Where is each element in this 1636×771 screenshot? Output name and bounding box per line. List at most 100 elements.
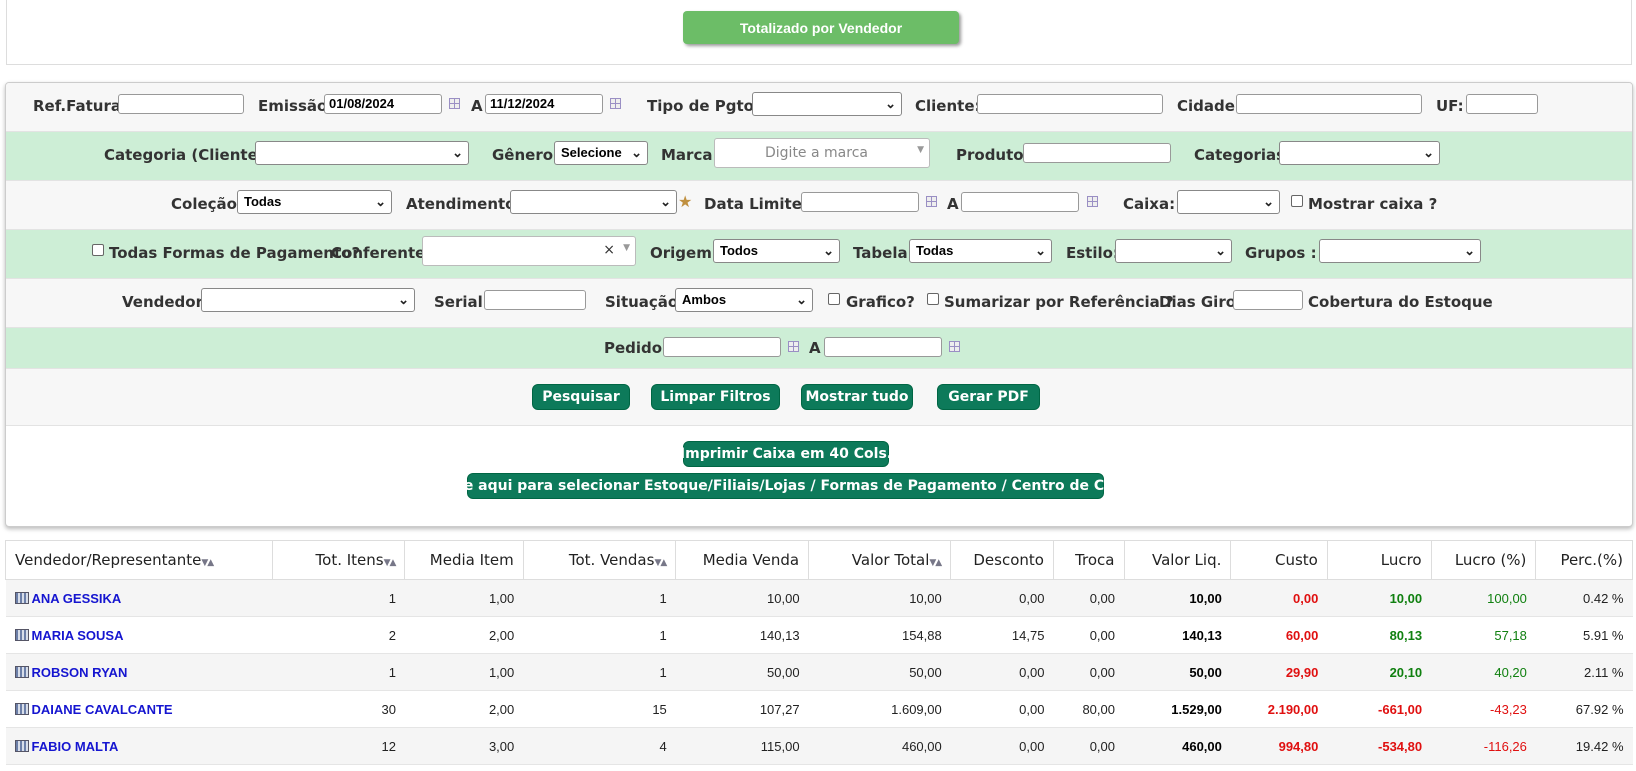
- ref-fatura-label: Ref.Fatura:: [33, 97, 127, 115]
- report-icon[interactable]: [14, 739, 29, 752]
- cell: 0,00: [1053, 653, 1124, 691]
- data-limite-to-input[interactable]: [961, 192, 1079, 212]
- marca-combobox[interactable]: Digite a marca ▼: [714, 138, 930, 168]
- pedido-from-input[interactable]: [663, 337, 781, 357]
- col-tot-vendas-label: Tot. Vendas: [568, 551, 655, 569]
- tabela-select[interactable]: Todas ⌄: [909, 239, 1052, 263]
- sort-icon[interactable]: ▼▲: [654, 558, 667, 568]
- caixa-select[interactable]: ⌄: [1177, 190, 1280, 214]
- filter-panel: Ref.Fatura: Emissão: 01/08/2024 A 11/12/…: [5, 82, 1633, 527]
- sumarizar-label: Sumarizar por Referência ?: [944, 293, 1174, 311]
- vendedor-select[interactable]: ⌄: [201, 288, 415, 312]
- tipo-pgto-select[interactable]: ⌄: [752, 92, 902, 116]
- emissao-to-input[interactable]: 11/12/2024: [485, 94, 603, 114]
- vendedor-name[interactable]: DAIANE CAVALCANTE: [32, 702, 173, 717]
- calendar-icon[interactable]: [610, 98, 621, 109]
- vendedor-table: Vendedor/Representante▼▲ Tot. Itens▼▲ Me…: [5, 540, 1633, 765]
- sort-icon[interactable]: ▼▲: [201, 558, 214, 568]
- genero-select[interactable]: Selecione ⌄: [554, 141, 648, 165]
- imprimir-caixa-button[interactable]: Imprimir Caixa em 40 Cols.: [680, 441, 892, 467]
- situacao-select[interactable]: Ambos ⌄: [675, 288, 813, 312]
- limpar-filtros-button[interactable]: Limpar Filtros: [651, 384, 780, 410]
- col-valor-total[interactable]: Valor Total▼▲: [808, 540, 952, 580]
- genero-value: Selecione: [561, 145, 622, 160]
- cell: 50,00: [675, 653, 809, 691]
- marca-placeholder: Digite a marca: [765, 145, 868, 161]
- pedido-a-label: A: [809, 339, 821, 357]
- calendar-icon[interactable]: [949, 341, 960, 352]
- vendedor-name-link[interactable]: ANA GESSIKA: [5, 579, 273, 617]
- calendar-icon[interactable]: [788, 341, 799, 352]
- gerar-pdf-button[interactable]: Gerar PDF: [937, 384, 1040, 410]
- filter-row-1: Ref.Fatura: Emissão: 01/08/2024 A 11/12/…: [6, 83, 1632, 132]
- vendedor-name-link[interactable]: MARIA SOUSA: [5, 616, 273, 654]
- top-panel: Totalizado por Vendedor: [6, 0, 1632, 65]
- serial-label: Serial:: [434, 293, 489, 311]
- tipo-pgto-label: Tipo de Pgto.:: [647, 97, 766, 115]
- pesquisar-button[interactable]: Pesquisar: [532, 384, 630, 410]
- cell: 10,00: [1327, 579, 1432, 617]
- vendedor-name[interactable]: ROBSON RYAN: [32, 665, 128, 680]
- serial-input[interactable]: [484, 290, 586, 310]
- vendedor-name[interactable]: ANA GESSIKA: [32, 591, 122, 606]
- calendar-icon[interactable]: [1087, 196, 1098, 207]
- report-icon[interactable]: [14, 628, 29, 641]
- categorias-select[interactable]: ⌄: [1279, 141, 1440, 165]
- cliente-input[interactable]: [977, 94, 1163, 114]
- produto-input[interactable]: [1023, 143, 1171, 163]
- col-tot-vendas[interactable]: Tot. Vendas▼▲: [522, 540, 677, 580]
- grupos-select[interactable]: ⌄: [1319, 239, 1481, 263]
- report-icon[interactable]: [14, 591, 29, 604]
- selecionar-estoque-button[interactable]: Clique aqui para selecionar Estoque/Fili…: [424, 473, 1147, 499]
- sumarizar-checkbox[interactable]: [927, 293, 939, 305]
- vendedor-name-link[interactable]: ROBSON RYAN: [5, 653, 273, 691]
- uf-input[interactable]: [1466, 94, 1538, 114]
- report-icon[interactable]: [14, 665, 29, 678]
- cell: 1: [523, 579, 676, 617]
- totalizado-por-vendedor-button[interactable]: Totalizado por Vendedor: [683, 11, 959, 44]
- data-limite-from-input[interactable]: [801, 192, 919, 212]
- cell: 0,00: [950, 727, 1054, 765]
- star-icon[interactable]: ★: [678, 192, 692, 211]
- cell: 10,00: [1124, 579, 1231, 617]
- cell: 154,88: [808, 616, 951, 654]
- calendar-icon[interactable]: [926, 196, 937, 207]
- todas-formas-checkbox[interactable]: [92, 244, 104, 256]
- mostrar-caixa-checkbox[interactable]: [1291, 195, 1303, 207]
- estilo-select[interactable]: ⌄: [1115, 239, 1232, 263]
- triangle-down-icon: ▼: [623, 243, 630, 253]
- calendar-icon[interactable]: [449, 98, 460, 109]
- cell: 50,00: [808, 653, 951, 691]
- atendimento-select[interactable]: ⌄: [510, 190, 677, 214]
- vendedor-name[interactable]: MARIA SOUSA: [32, 628, 124, 643]
- grafico-checkbox[interactable]: [828, 293, 840, 305]
- dias-giro-label: Dias Giro:: [1159, 293, 1243, 311]
- sort-icon[interactable]: ▼▲: [384, 558, 397, 568]
- sort-icon[interactable]: ▼▲: [929, 558, 942, 568]
- categoria-clientes-select[interactable]: ⌄: [255, 141, 469, 165]
- vendedor-name-link[interactable]: FABIO MALTA: [5, 727, 273, 765]
- dias-giro-input[interactable]: [1233, 290, 1303, 310]
- ref-fatura-input[interactable]: [118, 94, 244, 114]
- origem-select[interactable]: Todos ⌄: [713, 239, 840, 263]
- cell: 460,00: [808, 727, 951, 765]
- vendedor-name[interactable]: FABIO MALTA: [32, 739, 119, 754]
- cidade-input[interactable]: [1236, 94, 1422, 114]
- chevron-down-icon: ⌄: [1464, 243, 1475, 258]
- pedido-to-input[interactable]: [824, 337, 942, 357]
- cell: 50,00: [1124, 653, 1231, 691]
- colecao-select[interactable]: Todas ⌄: [237, 190, 392, 214]
- cell: -116,26: [1431, 727, 1536, 765]
- cell: 10,00: [808, 579, 951, 617]
- mostrar-tudo-button[interactable]: Mostrar tudo: [801, 384, 913, 410]
- col-tot-itens[interactable]: Tot. Itens▼▲: [271, 540, 406, 580]
- col-vendedor[interactable]: Vendedor/Representante▼▲: [5, 540, 273, 580]
- cobertura-label: Cobertura do Estoque: [1308, 293, 1493, 311]
- vendedor-name-link[interactable]: DAIANE CAVALCANTE: [5, 690, 273, 728]
- conferente-combobox[interactable]: × ▼: [422, 236, 636, 266]
- clear-icon[interactable]: ×: [603, 242, 615, 258]
- filter-row-4: Todas Formas de Pagamento? Conferente: ×…: [6, 230, 1632, 279]
- emissao-from-input[interactable]: 01/08/2024: [324, 94, 442, 114]
- report-icon[interactable]: [14, 702, 29, 715]
- data-limite-label: Data Limite:: [704, 195, 808, 213]
